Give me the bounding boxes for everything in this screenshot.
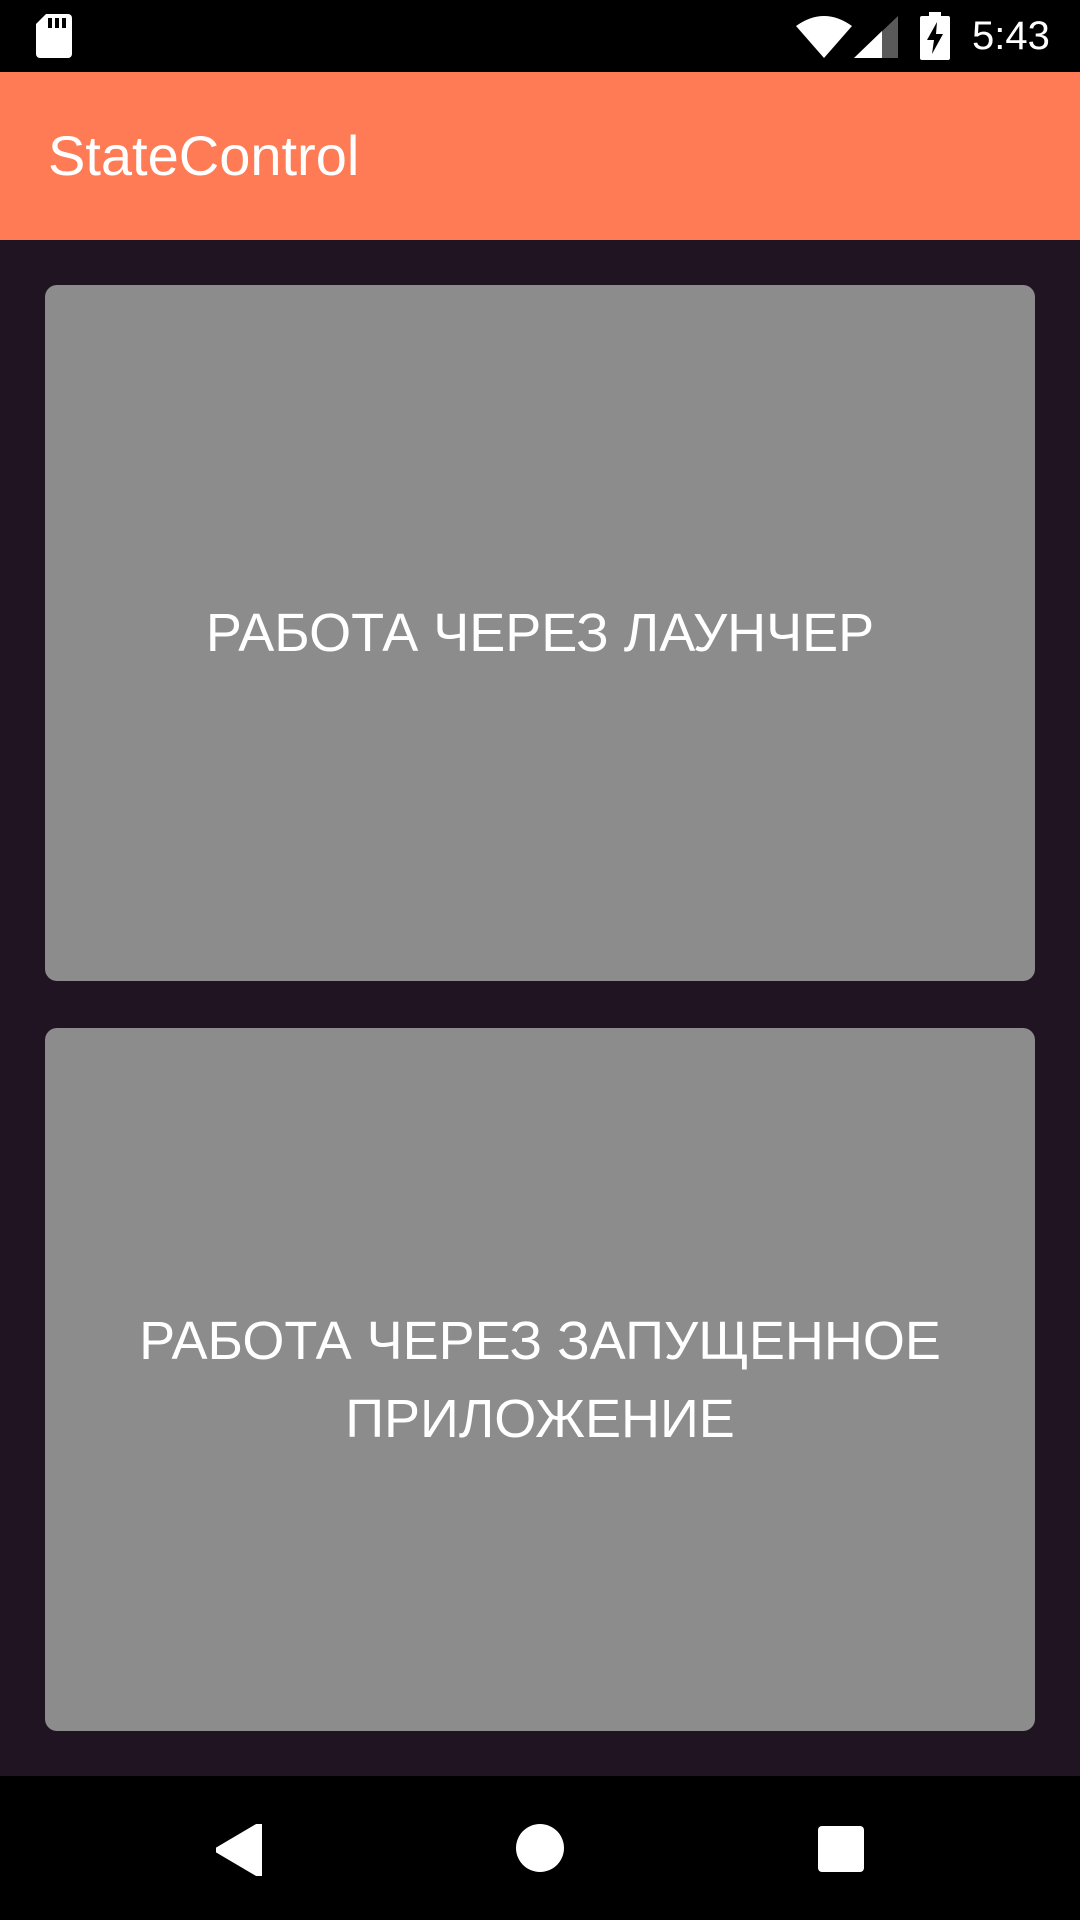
clock: 5:43 bbox=[972, 14, 1050, 58]
status-bar: 5:43 bbox=[0, 0, 1080, 72]
app-title: StateControl bbox=[48, 124, 360, 187]
back-icon[interactable] bbox=[216, 1824, 264, 1876]
sd-card-icon bbox=[36, 14, 72, 58]
running-app-mode-label: РАБОТА ЧЕРЕЗ ЗАПУЩЕННОЕ ПРИЛОЖЕНИЕ bbox=[139, 1310, 941, 1449]
main-content: РАБОТА ЧЕРЕЗ ЛАУНЧЕР РАБОТА ЧЕРЕЗ ЗАПУЩЕ… bbox=[0, 240, 1080, 1776]
signal-icon bbox=[854, 16, 898, 58]
screen: 5:43 StateControl РАБОТА ЧЕРЕЗ ЛАУНЧЕР Р… bbox=[0, 0, 1080, 1920]
wifi-icon bbox=[796, 16, 852, 58]
launcher-mode-button[interactable]: РАБОТА ЧЕРЕЗ ЛАУНЧЕР bbox=[45, 285, 1035, 981]
app-bar: StateControl bbox=[0, 72, 1080, 240]
launcher-mode-label: РАБОТА ЧЕРЕЗ ЛАУНЧЕР bbox=[205, 603, 875, 663]
home-icon[interactable] bbox=[514, 1822, 566, 1874]
recents-icon[interactable] bbox=[818, 1826, 864, 1872]
running-app-mode-button[interactable]: РАБОТА ЧЕРЕЗ ЗАПУЩЕННОЕ ПРИЛОЖЕНИЕ bbox=[45, 1028, 1035, 1731]
battery-charging-icon bbox=[920, 12, 950, 60]
navigation-bar bbox=[0, 1776, 1080, 1920]
